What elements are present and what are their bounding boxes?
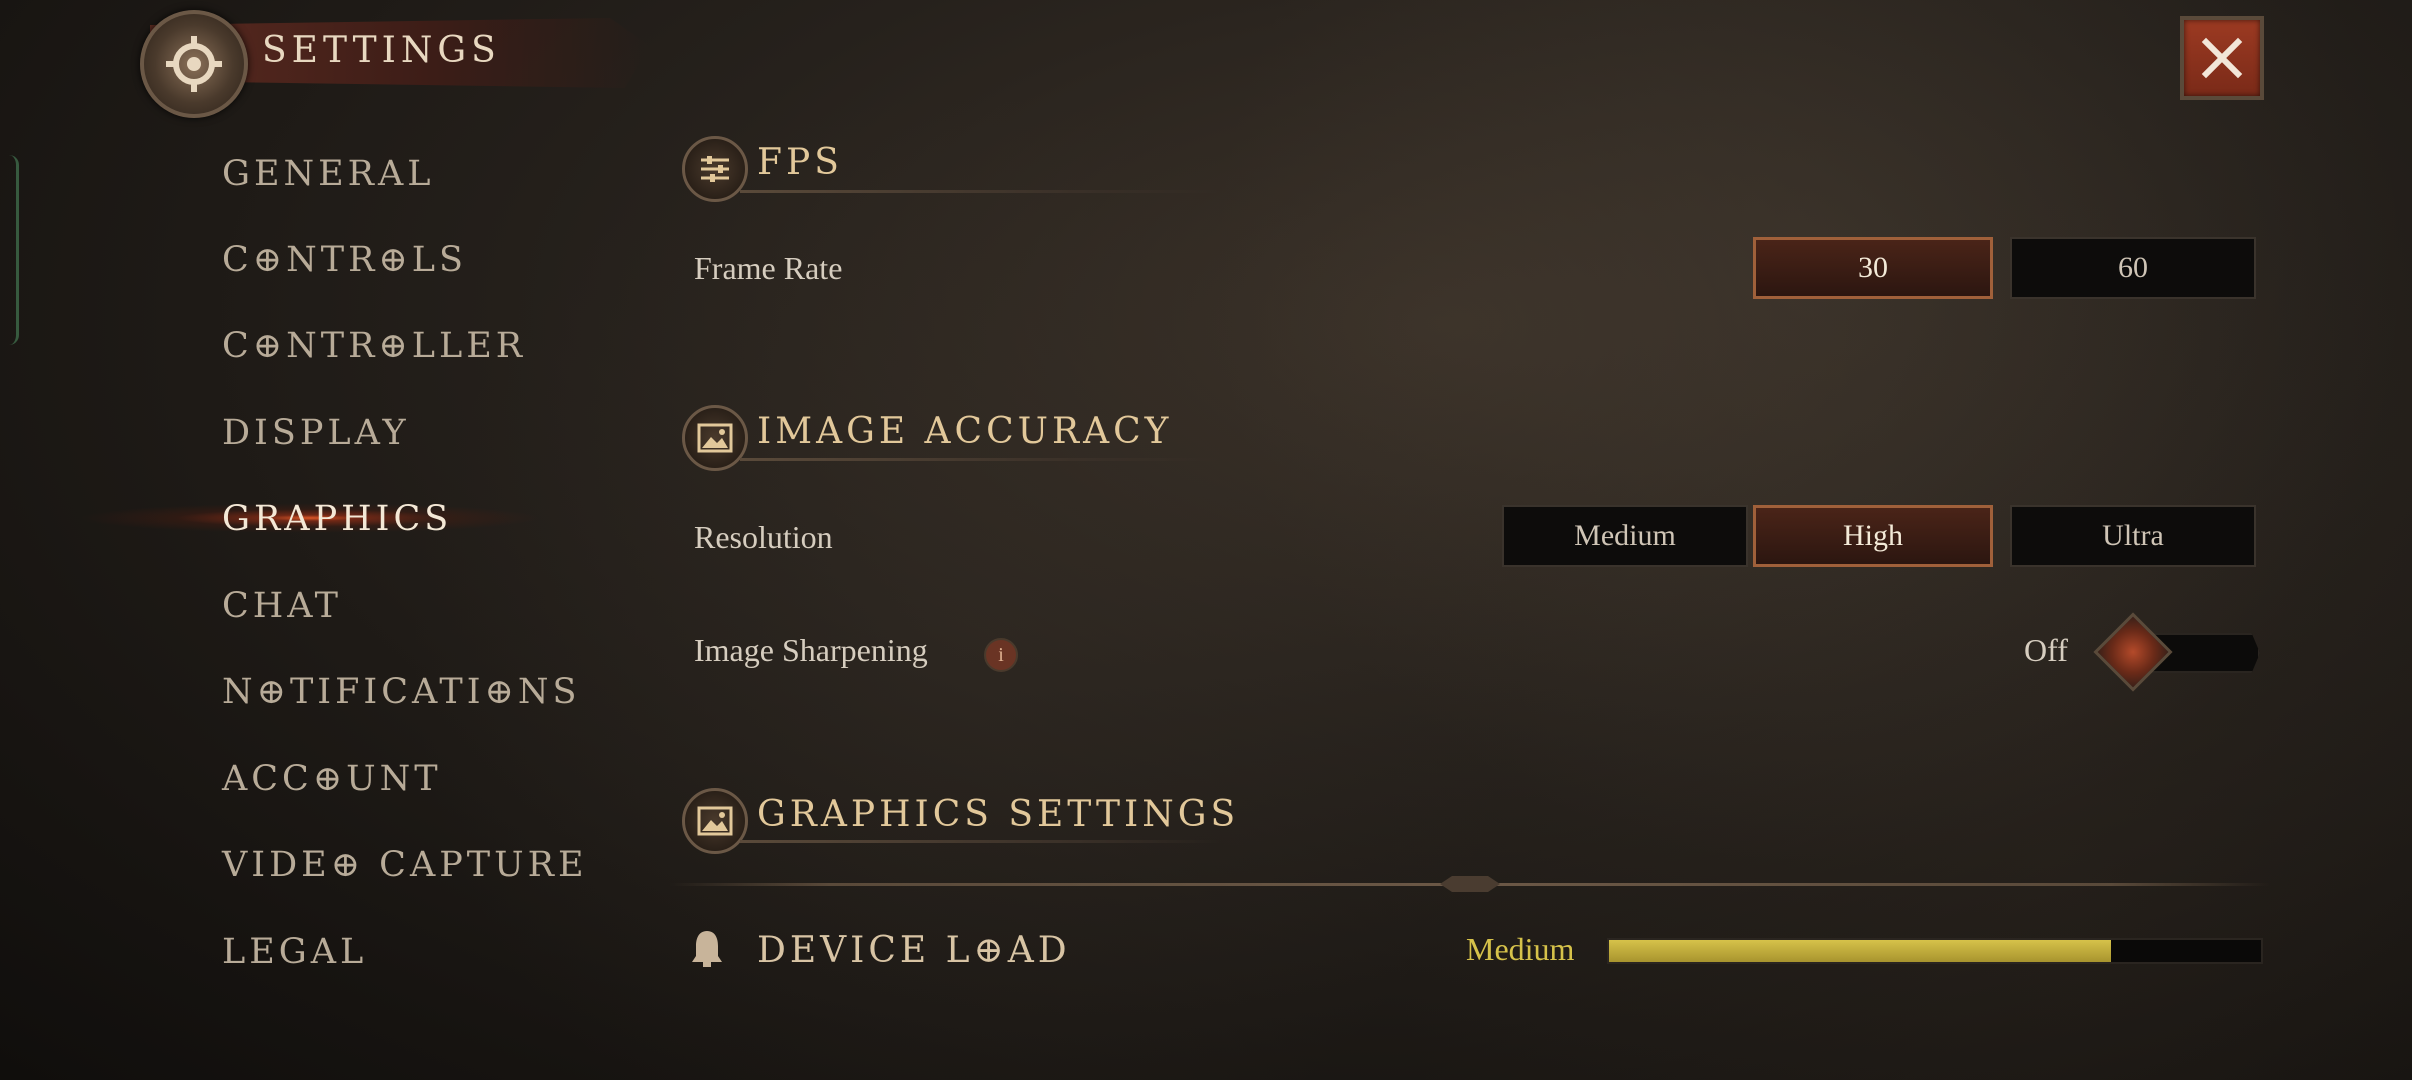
section-underline (740, 458, 1220, 461)
sliders-icon (682, 136, 748, 202)
toggle-knob[interactable] (2093, 612, 2173, 692)
sidebar-item-chat[interactable]: CHAT (222, 576, 342, 636)
frame-rate-option-30[interactable]: 30 (1753, 237, 1993, 299)
close-icon (2201, 37, 2243, 79)
image-icon (682, 405, 748, 471)
section-title-image-accuracy: IMAGE ACCURACY (757, 411, 1173, 452)
close-button[interactable] (2180, 16, 2264, 100)
edge-gesture-handle (0, 155, 19, 345)
sidebar-item-controller[interactable]: C⊕NTR⊕LLER (222, 316, 526, 376)
image-sharpening-value: Off (2024, 632, 2068, 668)
device-load-title: DEVICE L⊕AD (757, 930, 1071, 971)
device-load-bar-fill (1609, 940, 2112, 962)
resolution-option-medium[interactable]: Medium (1502, 505, 1748, 567)
frame-rate-option-60[interactable]: 60 (2010, 237, 2256, 299)
image-icon (682, 788, 748, 854)
bell-icon (690, 928, 724, 968)
image-sharpening-label: Image Sharpening (694, 632, 928, 668)
settings-gear-icon (140, 10, 248, 118)
frame-rate-label: Frame Rate (694, 250, 843, 286)
divider-ornament (1440, 876, 1500, 892)
sidebar-item-general[interactable]: GENERAL (222, 144, 435, 204)
section-title-graphics-settings: GRAPHICS SETTINGS (757, 794, 1240, 835)
section-title-fps: FPS (757, 142, 843, 183)
section-underline (740, 190, 1220, 193)
device-load-value: Medium (1466, 931, 1575, 967)
section-underline (740, 840, 1220, 843)
sidebar-item-controls[interactable]: C⊕NTR⊕LS (222, 230, 467, 290)
device-load-bar (1607, 938, 2263, 964)
info-icon[interactable]: i (984, 638, 1018, 672)
sidebar-item-account[interactable]: ACC⊕UNT (222, 749, 442, 809)
sidebar-item-legal[interactable]: LEGAL (222, 922, 367, 982)
sidebar-item-graphics[interactable]: GRAPHICS (222, 489, 452, 549)
resolution-option-ultra[interactable]: Ultra (2010, 505, 2256, 567)
sidebar-item-display[interactable]: DISPLAY (222, 403, 410, 463)
resolution-label: Resolution (694, 519, 833, 555)
sidebar-item-notifications[interactable]: N⊕TIFICATI⊕NS (222, 662, 580, 722)
resolution-option-high[interactable]: High (1753, 505, 1993, 567)
page-title: SETTINGS (262, 30, 501, 71)
sidebar-item-video-capture[interactable]: VIDE⊕ CAPTURE (222, 835, 588, 895)
